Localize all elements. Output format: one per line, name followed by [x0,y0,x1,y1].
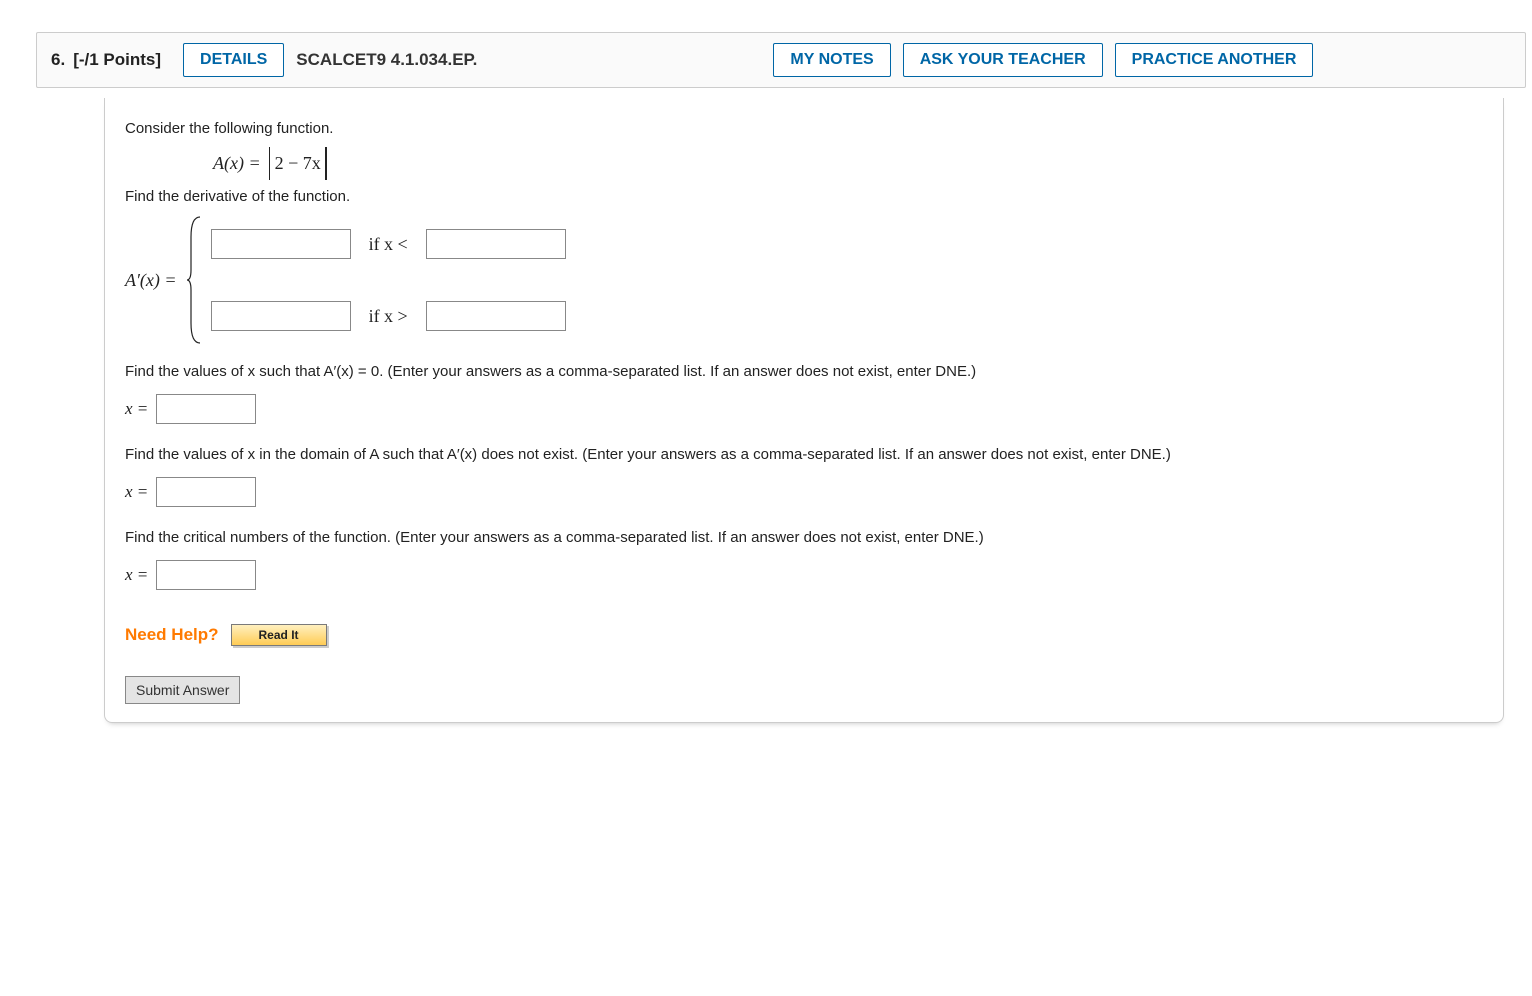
abs-value-expression: 2 − 7x [269,153,327,174]
ifx-gt-label: if x > [369,306,408,327]
function-definition: A(x) = 2 − 7x [213,153,329,174]
aprime-label: A′(x) = [125,270,177,291]
q4-text: Find the critical numbers of the functio… [125,529,1483,546]
practice-another-button[interactable]: PRACTICE ANOTHER [1115,43,1314,77]
abs-inner: 2 − 7x [275,153,321,173]
q2-text: Find the values of x such that A′(x) = 0… [125,363,1483,380]
my-notes-button[interactable]: MY NOTES [773,43,890,77]
function-lhs: A(x) = [213,153,261,174]
submit-answer-button[interactable]: Submit Answer [125,676,240,704]
derivative-case2-input[interactable] [211,301,351,331]
critical-numbers-input[interactable] [156,560,256,590]
xeq-label-1: x = [125,399,148,419]
read-it-button[interactable]: Read It [231,624,327,646]
ask-teacher-button[interactable]: ASK YOUR TEACHER [903,43,1103,77]
threshold-case2-input[interactable] [426,301,566,331]
derivative-prompt: Find the derivative of the function. [125,188,1483,205]
threshold-case1-input[interactable] [426,229,566,259]
points-label: [-/1 Points] [73,50,161,70]
intro-text: Consider the following function. [125,120,1483,137]
question-body: Consider the following function. A(x) = … [104,98,1504,723]
case-row-1: if x < [211,229,566,259]
brace-icon [185,215,205,345]
question-header: 6. [-/1 Points] DETAILS SCALCET9 4.1.034… [36,32,1526,88]
xeq-label-3: x = [125,565,148,585]
derivative-case1-input[interactable] [211,229,351,259]
xeq-label-2: x = [125,482,148,502]
source-label: SCALCET9 4.1.034.EP. [296,50,477,70]
need-help-row: Need Help? Read It [125,624,1483,646]
q3-text: Find the values of x in the domain of A … [125,446,1483,463]
aprime-zero-input[interactable] [156,394,256,424]
details-button[interactable]: DETAILS [183,43,284,77]
aprime-dne-input[interactable] [156,477,256,507]
question-number: 6. [51,50,65,70]
piecewise-derivative: A′(x) = if x < if x > [125,215,1483,345]
case-row-2: if x > [211,301,566,331]
need-help-label: Need Help? [125,625,219,645]
ifx-lt-label: if x < [369,234,408,255]
